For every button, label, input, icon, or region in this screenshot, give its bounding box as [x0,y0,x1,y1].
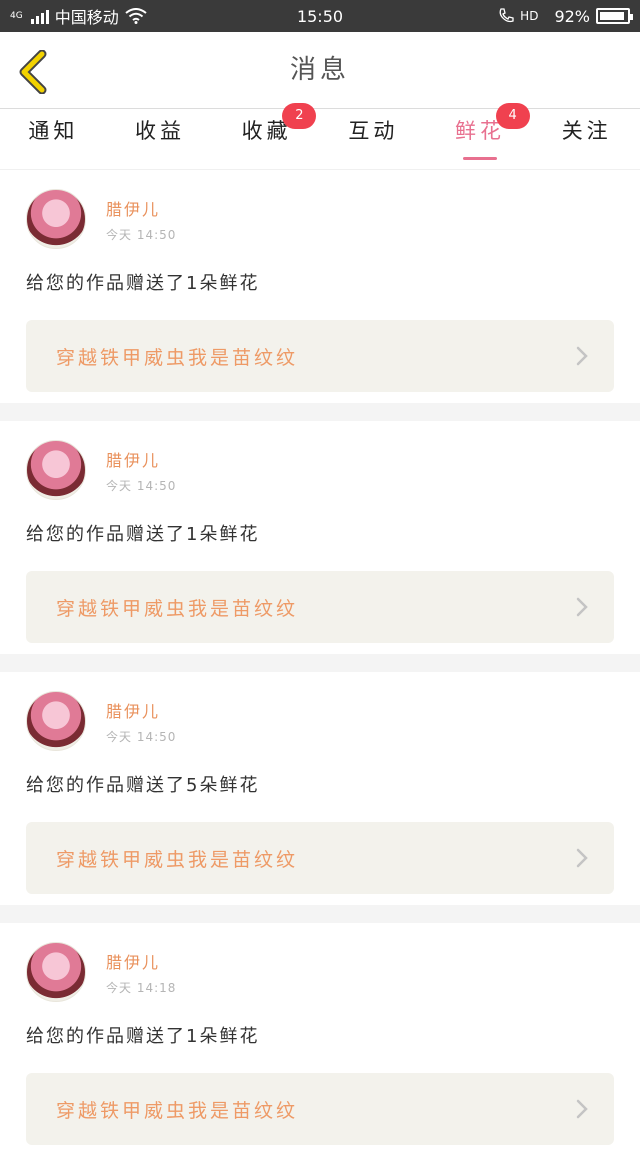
avatar[interactable] [26,440,86,500]
message-card: 腊伊儿 今天 14:50 给您的作品赠送了5朵鲜花 穿越铁甲威虫我是苗纹纹 [0,672,640,905]
message-time: 今天 14:18 [106,980,177,995]
username[interactable]: 腊伊儿 [106,949,176,973]
username[interactable]: 腊伊儿 [106,196,176,220]
unread-badge: 2 [282,103,317,129]
message-time: 今天 14:50 [106,227,177,242]
message-text: 给您的作品赠送了1朵鲜花 [26,1026,260,1047]
username[interactable]: 腊伊儿 [106,447,176,471]
signal-icon [30,8,49,24]
chevron-right-icon [576,346,588,366]
hd-label: HD [520,9,539,23]
work-title: 穿越铁甲威虫我是苗纹纹 [56,597,299,620]
message-card: 腊伊儿 今天 14:18 给您的作品赠送了1朵鲜花 穿越铁甲威虫我是苗纹纹 [0,923,640,1156]
chevron-right-icon [576,848,588,868]
user-info: 腊伊儿 今天 14:50 [106,196,176,243]
status-bar-left: 4G 中国移动 [10,4,147,28]
avatar[interactable] [26,691,86,751]
message-card: 腊伊儿 今天 14:50 给您的作品赠送了1朵鲜花 穿越铁甲威虫我是苗纹纹 [0,421,640,654]
avatar[interactable] [26,189,86,249]
tab-label: 收益 [135,119,185,143]
user-info: 腊伊儿 今天 14:50 [106,447,176,494]
work-title: 穿越铁甲威虫我是苗纹纹 [56,1099,299,1122]
message-text: 给您的作品赠送了1朵鲜花 [26,273,260,294]
message-card: 腊伊儿 今天 14:50 给您的作品赠送了1朵鲜花 穿越铁甲威虫我是苗纹纹 [0,170,640,403]
username[interactable]: 腊伊儿 [106,698,176,722]
message-time: 今天 14:50 [106,478,177,493]
message-text: 给您的作品赠送了1朵鲜花 [26,524,260,545]
network-type: 4G [10,10,23,21]
message-text: 给您的作品赠送了5朵鲜花 [26,775,260,796]
tab-interactions[interactable]: 互动 [320,109,427,169]
tab-flowers[interactable]: 鲜花 4 [427,103,534,169]
battery-icon [596,8,633,24]
tab-label: 通知 [28,119,79,143]
message-user[interactable]: 腊伊儿 今天 14:50 [26,180,614,258]
work-title: 穿越铁甲威虫我是苗纹纹 [56,848,299,871]
carrier-name: 中国移动 [54,8,119,27]
tab-income[interactable]: 收益 [107,109,214,169]
tab-follows[interactable]: 关注 [533,109,640,169]
user-info: 腊伊儿 今天 14:50 [106,698,176,745]
tab-bar: 通知 收益 收藏 2 互动 鲜花 4 关注 [0,103,640,170]
status-bar: 4G 中国移动 15:50 HD 92% [0,0,640,32]
work-link[interactable]: 穿越铁甲威虫我是苗纹纹 [26,1073,614,1145]
tab-favorites[interactable]: 收藏 2 [213,103,320,169]
message-user[interactable]: 腊伊儿 今天 14:50 [26,682,614,760]
page-title: 消息 [289,55,350,85]
message-user[interactable]: 腊伊儿 今天 14:18 [26,933,614,1011]
chevron-right-icon [576,1099,588,1119]
work-link[interactable]: 穿越铁甲威虫我是苗纹纹 [26,822,614,894]
call-icon [499,8,514,23]
tab-label: 互动 [348,119,399,143]
battery-percent: 92% [554,6,590,26]
user-info: 腊伊儿 今天 14:18 [106,949,176,996]
wifi-icon [125,8,147,24]
tab-label: 关注 [561,119,612,143]
unread-badge: 4 [495,103,530,129]
message-user[interactable]: 腊伊儿 今天 14:50 [26,431,614,509]
message-time: 今天 14:50 [106,729,177,744]
divider [0,403,640,421]
divider [0,905,640,923]
active-tab-indicator [463,157,498,160]
divider [0,654,640,672]
avatar[interactable] [26,942,86,1002]
header: 消息 [0,32,640,109]
chevron-right-icon [576,597,588,617]
work-link[interactable]: 穿越铁甲威虫我是苗纹纹 [26,571,614,643]
work-link[interactable]: 穿越铁甲威虫我是苗纹纹 [26,320,614,392]
status-bar-right: HD 92% [498,6,633,26]
work-title: 穿越铁甲威虫我是苗纹纹 [56,346,299,369]
tab-notice[interactable]: 通知 [0,109,107,169]
message-list: 腊伊儿 今天 14:50 给您的作品赠送了1朵鲜花 穿越铁甲威虫我是苗纹纹 腊伊… [0,170,640,1156]
